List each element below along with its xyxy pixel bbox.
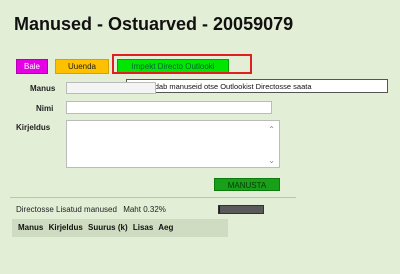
manus-file-field[interactable]: [66, 82, 156, 94]
kirjeldus-textarea[interactable]: ⌃ ⌄: [66, 120, 280, 168]
page-title: Manused - Ostuarved - 20059079: [14, 14, 294, 34]
refresh-button[interactable]: Uuenda: [55, 59, 109, 74]
nimi-field[interactable]: [66, 101, 272, 114]
attach-button[interactable]: MANUSTA: [214, 178, 280, 191]
storage-usage-bar: [218, 205, 264, 214]
manus-label: Manus: [30, 84, 56, 93]
chevron-up-icon[interactable]: ⌃: [268, 125, 275, 134]
storage-status-value: Maht 0.32%: [123, 205, 166, 214]
chevron-down-icon[interactable]: ⌄: [268, 156, 275, 165]
highlight-box: [112, 54, 252, 74]
column-header: Manus: [18, 223, 44, 232]
storage-status: Directosse Lisatud manused Maht 0.32%: [16, 205, 166, 214]
column-header: Lisas: [132, 223, 154, 232]
attachments-table-header: Manus Kirjeldus Suurus (k) Lisas Aeg: [12, 219, 228, 237]
back-button[interactable]: Bale: [16, 59, 48, 74]
storage-status-label: Directosse Lisatud manused: [16, 205, 117, 214]
column-header: Suurus (k): [88, 223, 128, 232]
tooltip: VSimaldab manuseid otse Outlookist Direc…: [126, 79, 388, 93]
divider: [10, 197, 296, 198]
nimi-label: Nimi: [36, 104, 54, 113]
column-header: Kirjeldus: [48, 223, 83, 232]
column-header: Aeg: [158, 223, 174, 232]
kirjeldus-label: Kirjeldus: [16, 123, 51, 132]
